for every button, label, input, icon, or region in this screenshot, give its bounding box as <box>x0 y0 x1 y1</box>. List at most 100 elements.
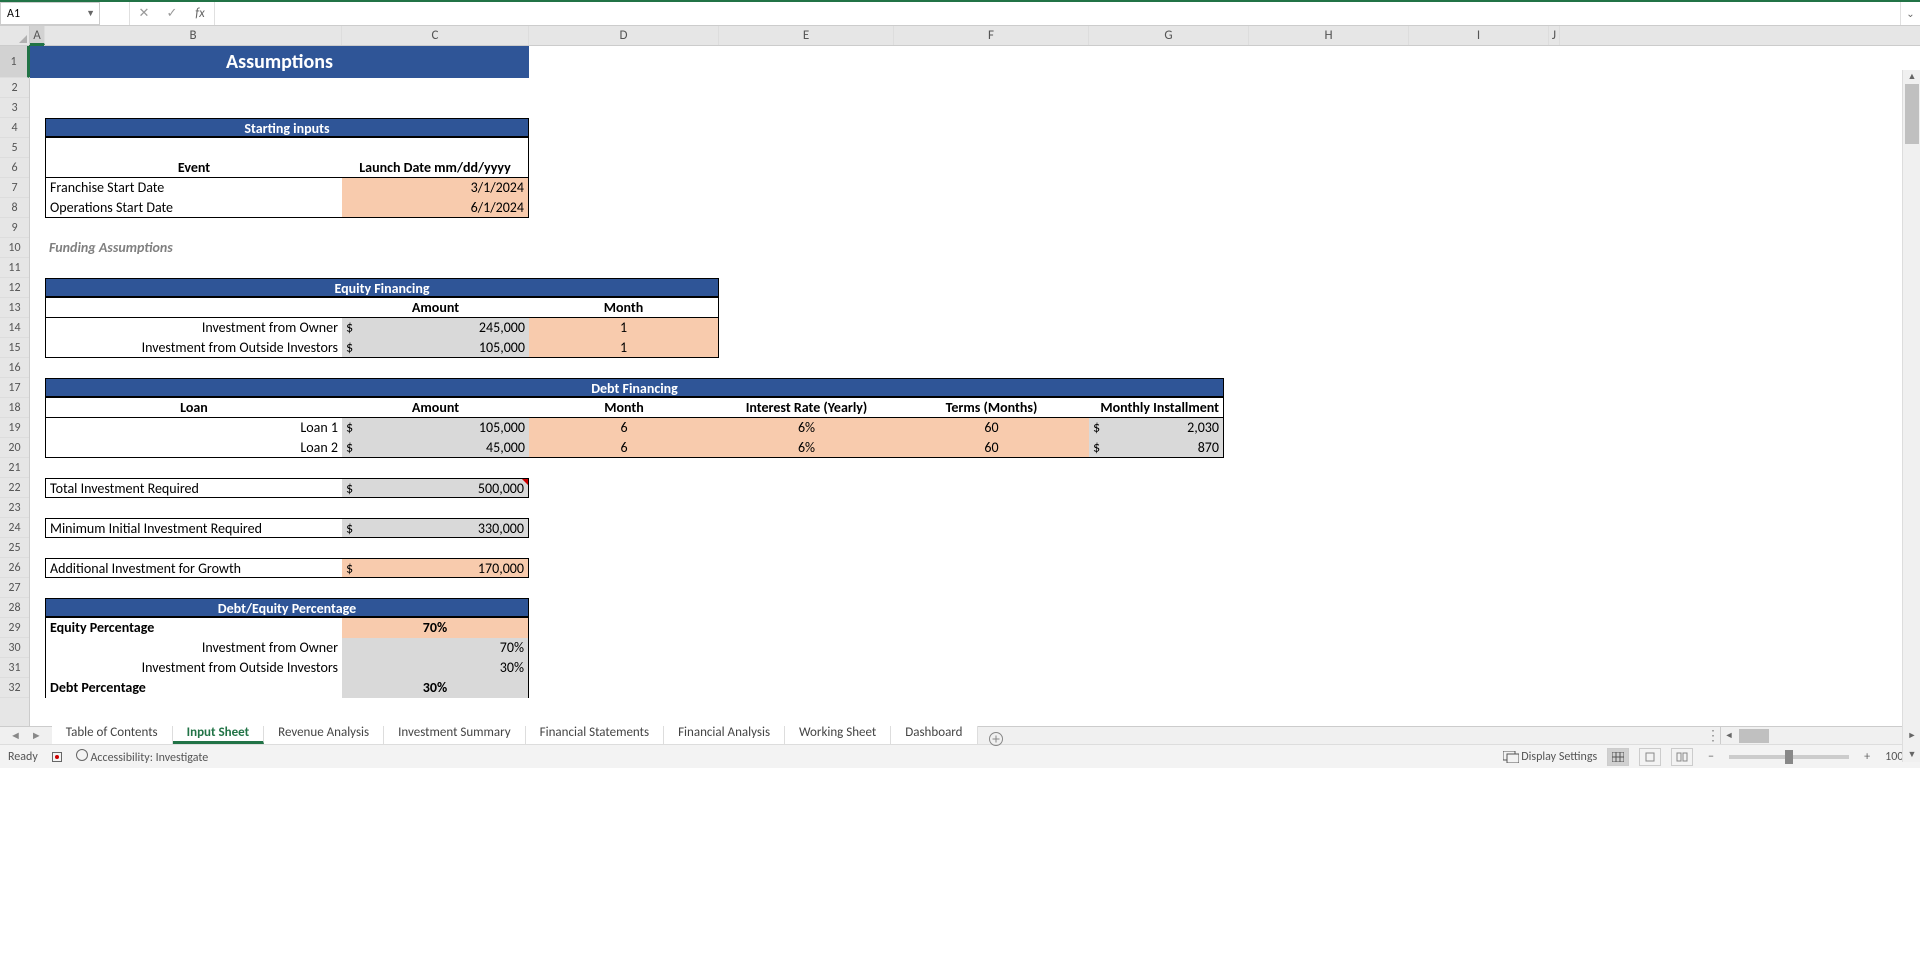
tab-split-handle[interactable]: ⋮ <box>1706 727 1720 744</box>
column-header-I[interactable]: I <box>1409 26 1549 45</box>
zoom-slider-knob[interactable] <box>1785 750 1793 764</box>
value-owner-pct: 70% <box>342 638 529 658</box>
row-header-18[interactable]: 18 <box>0 398 29 418</box>
column-header-G[interactable]: G <box>1089 26 1249 45</box>
row-header-12[interactable]: 12 <box>0 278 29 298</box>
horizontal-scroll-thumb[interactable] <box>1739 729 1769 743</box>
row-header-29[interactable]: 29 <box>0 618 29 638</box>
value-owner-month[interactable]: 1 <box>529 318 719 338</box>
row-header-25[interactable]: 25 <box>0 538 29 558</box>
row-header-3[interactable]: 3 <box>0 98 29 118</box>
row-header-13[interactable]: 13 <box>0 298 29 318</box>
row-header-6[interactable]: 6 <box>0 158 29 178</box>
row-header-22[interactable]: 22 <box>0 478 29 498</box>
row-header-24[interactable]: 24 <box>0 518 29 538</box>
scroll-left-arrow-icon[interactable]: ◄ <box>1721 727 1737 745</box>
value-loan2-month[interactable]: 6 <box>529 438 719 458</box>
row-header-15[interactable]: 15 <box>0 338 29 358</box>
row-header-1[interactable]: 1 <box>0 46 29 78</box>
cancel-formula-button[interactable]: ✕ <box>130 2 158 25</box>
value-min-investment: $330,000 <box>342 518 529 538</box>
vertical-scroll-thumb[interactable] <box>1905 84 1919 144</box>
display-settings-button[interactable]: Display Settings <box>1503 750 1598 764</box>
scroll-down-arrow-icon[interactable]: ▼ <box>1903 748 1920 762</box>
row-header-17[interactable]: 17 <box>0 378 29 398</box>
enter-formula-button[interactable]: ✓ <box>158 2 186 25</box>
value-loan1-amount[interactable]: $105,000 <box>342 418 529 438</box>
row-header-4[interactable]: 4 <box>0 118 29 138</box>
formula-input[interactable] <box>214 2 1900 25</box>
value-loan2-rate[interactable]: 6% <box>719 438 894 458</box>
name-box-value: A1 <box>7 7 20 21</box>
row-header-21[interactable]: 21 <box>0 458 29 478</box>
row-header-26[interactable]: 26 <box>0 558 29 578</box>
row-header-10[interactable]: 10 <box>0 238 29 258</box>
value-loan2-installment: $870 <box>1089 438 1224 458</box>
value-franchise-start[interactable]: 3/1/2024 <box>342 178 529 198</box>
cells-grid[interactable]: Assumptions Starting inputs Event Launch… <box>30 46 1920 726</box>
tab-nav-prev-icon[interactable]: ◄ <box>10 729 21 742</box>
col-header-amount-2: Amount <box>342 398 529 418</box>
row-header-20[interactable]: 20 <box>0 438 29 458</box>
vertical-scrollbar[interactable]: ▲ ▼ <box>1902 70 1920 762</box>
value-operations-start[interactable]: 6/1/2024 <box>342 198 529 218</box>
value-total-investment[interactable]: $500,000 <box>342 478 529 498</box>
row-header-9[interactable]: 9 <box>0 218 29 238</box>
row-header-11[interactable]: 11 <box>0 258 29 278</box>
zoom-slider[interactable] <box>1729 755 1849 759</box>
select-all-corner[interactable] <box>0 26 30 45</box>
zoom-out-button[interactable]: − <box>1703 750 1719 764</box>
value-outside-month[interactable]: 1 <box>529 338 719 358</box>
row-header-31[interactable]: 31 <box>0 658 29 678</box>
row-header-23[interactable]: 23 <box>0 498 29 518</box>
column-header-H[interactable]: H <box>1249 26 1409 45</box>
column-header-E[interactable]: E <box>719 26 894 45</box>
row-header-30[interactable]: 30 <box>0 638 29 658</box>
col-header-month-2: Month <box>529 398 719 418</box>
value-additional-investment[interactable]: $170,000 <box>342 558 529 578</box>
value-outside-amount[interactable]: $105,000 <box>342 338 529 358</box>
accessibility-status[interactable]: Accessibility: Investigate <box>76 749 208 765</box>
row-header-8[interactable]: 8 <box>0 198 29 218</box>
row-header-2[interactable]: 2 <box>0 78 29 98</box>
row-header-14[interactable]: 14 <box>0 318 29 338</box>
row-header-16[interactable]: 16 <box>0 358 29 378</box>
scroll-right-arrow-icon[interactable]: ► <box>1904 727 1920 745</box>
label-loan-2: Loan 2 <box>45 438 342 458</box>
name-box[interactable]: A1 ▼ <box>0 2 100 25</box>
value-loan1-terms[interactable]: 60 <box>894 418 1089 438</box>
macro-record-icon[interactable] <box>52 752 62 762</box>
plus-circle-icon <box>988 731 1004 747</box>
column-header-A[interactable]: A <box>30 26 45 45</box>
row-header-19[interactable]: 19 <box>0 418 29 438</box>
page-layout-view-button[interactable] <box>1639 748 1661 766</box>
expand-formula-bar-button[interactable]: ⌄ <box>1900 2 1920 25</box>
row-header-27[interactable]: 27 <box>0 578 29 598</box>
value-loan2-terms[interactable]: 60 <box>894 438 1089 458</box>
value-equity-pct[interactable]: 70% <box>342 618 529 638</box>
value-loan1-rate[interactable]: 6% <box>719 418 894 438</box>
horizontal-scrollbar[interactable]: ◄ ► <box>1720 727 1920 744</box>
normal-view-button[interactable] <box>1607 748 1629 766</box>
row-header-28[interactable]: 28 <box>0 598 29 618</box>
tab-nav-next-icon[interactable]: ► <box>31 729 42 742</box>
column-header-J[interactable]: J <box>1549 26 1560 45</box>
name-box-dropdown-icon[interactable]: ▼ <box>86 8 95 19</box>
col-header-monthly-installment: Monthly Installment <box>1089 398 1224 418</box>
row-header-32[interactable]: 32 <box>0 678 29 698</box>
zoom-in-button[interactable]: + <box>1859 750 1875 764</box>
value-loan1-month[interactable]: 6 <box>529 418 719 438</box>
column-header-C[interactable]: C <box>342 26 529 45</box>
row-header-5[interactable]: 5 <box>0 138 29 158</box>
insert-function-button[interactable]: fx <box>186 2 214 25</box>
scroll-up-arrow-icon[interactable]: ▲ <box>1903 70 1920 84</box>
value-loan2-amount[interactable]: $45,000 <box>342 438 529 458</box>
column-header-F[interactable]: F <box>894 26 1089 45</box>
row-header-7[interactable]: 7 <box>0 178 29 198</box>
column-header-D[interactable]: D <box>529 26 719 45</box>
new-sheet-button[interactable] <box>978 727 1014 744</box>
column-header-B[interactable]: B <box>45 26 342 45</box>
page-break-view-button[interactable] <box>1671 748 1693 766</box>
tab-nav-buttons[interactable]: ◄ ► <box>0 727 52 744</box>
value-owner-amount[interactable]: $245,000 <box>342 318 529 338</box>
